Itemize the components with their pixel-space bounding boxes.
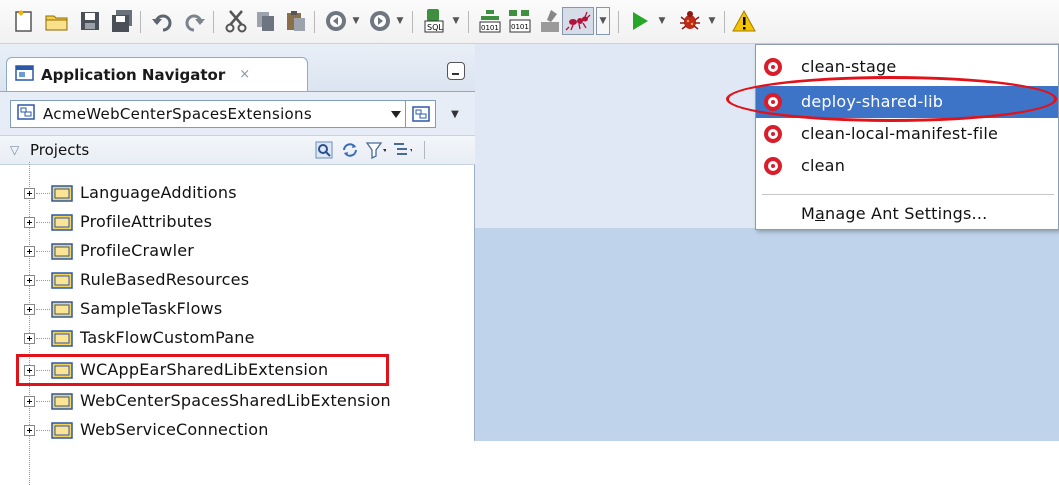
ant-icon[interactable] xyxy=(562,7,594,35)
clean-icon[interactable] xyxy=(536,7,564,35)
menu-item-label: Manage Ant Settings... xyxy=(801,204,988,223)
minimize-button[interactable] xyxy=(447,62,465,80)
tree-item[interactable]: SampleTaskFlows xyxy=(0,295,470,323)
main-toolbar: ▼ ▼ SQL ▼ 0101 0101 ▼ ▼ ▼ xyxy=(0,0,1059,44)
tree-item[interactable]: ProfileAttributes xyxy=(0,208,470,236)
project-label: SampleTaskFlows xyxy=(80,299,223,318)
redo-icon[interactable] xyxy=(181,7,209,35)
navigator-icon xyxy=(15,64,35,86)
project-folder-icon xyxy=(51,392,73,414)
project-folder-icon xyxy=(51,421,73,443)
tree-item[interactable]: ProfileCrawler xyxy=(0,237,470,265)
expand-icon[interactable] xyxy=(24,396,35,407)
svg-text:0101: 0101 xyxy=(511,23,529,31)
expand-icon[interactable] xyxy=(24,275,35,286)
project-folder-icon xyxy=(51,242,73,264)
filter-icon[interactable] xyxy=(366,140,386,160)
project-label: WebServiceConnection xyxy=(80,420,269,439)
back-icon[interactable] xyxy=(322,7,350,35)
close-icon[interactable]: × xyxy=(239,67,250,82)
run-icon[interactable] xyxy=(626,7,654,35)
application-selector-row: AcmeWebCenterSpacesExtensions ▼ xyxy=(0,91,475,135)
cut-icon[interactable] xyxy=(222,7,250,35)
ant-target-icon xyxy=(764,93,782,111)
project-label: ProfileAttributes xyxy=(80,212,213,231)
expand-icon[interactable] xyxy=(24,304,35,315)
project-label: LanguageAdditions xyxy=(80,183,237,202)
ant-target-icon xyxy=(764,58,782,76)
project-label: WebCenterSpacesSharedLibExtension xyxy=(80,391,391,410)
collapse-icon[interactable]: ▽ xyxy=(10,143,19,157)
search-icon[interactable] xyxy=(314,140,334,160)
svg-text:0101: 0101 xyxy=(481,24,499,32)
application-name: AcmeWebCenterSpacesExtensions xyxy=(43,105,312,123)
ant-targets-menu: clean-stage deploy-shared-lib clean-loca… xyxy=(755,44,1059,230)
paste-icon[interactable] xyxy=(282,7,310,35)
expand-icon[interactable] xyxy=(24,425,35,436)
forward-icon[interactable] xyxy=(366,7,394,35)
application-options-arrow-icon[interactable]: ▼ xyxy=(442,100,468,128)
project-folder-icon xyxy=(51,329,73,351)
editor-area xyxy=(475,228,1059,441)
menu-item-label: deploy-shared-lib xyxy=(801,92,944,111)
menu-item-label: clean xyxy=(801,156,846,175)
menu-item-deploy-shared-lib[interactable]: deploy-shared-lib xyxy=(756,86,1058,118)
tree-item[interactable]: WCAppEarSharedLibExtension xyxy=(0,356,470,384)
debug-icon[interactable] xyxy=(676,7,704,35)
projects-label: Projects xyxy=(30,141,90,159)
project-folder-icon xyxy=(51,184,73,206)
make-icon[interactable]: 0101 xyxy=(476,7,504,35)
navigator-header: Application Navigator × xyxy=(0,44,475,91)
svg-text:SQL: SQL xyxy=(427,23,443,32)
navigator-title: Application Navigator xyxy=(41,65,226,84)
project-label: ProfileCrawler xyxy=(80,241,195,260)
tree-view-options-icon[interactable] xyxy=(392,140,412,160)
tree-item[interactable]: WebCenterSpacesSharedLibExtension xyxy=(0,387,470,415)
expand-icon[interactable] xyxy=(24,188,35,199)
save-icon[interactable] xyxy=(76,7,104,35)
application-icon xyxy=(17,104,35,124)
chevron-down-icon[interactable] xyxy=(391,111,401,118)
sql-worksheet-icon[interactable]: SQL xyxy=(420,7,448,35)
warning-icon[interactable] xyxy=(730,7,758,35)
project-label: WCAppEarSharedLibExtension xyxy=(80,360,329,379)
project-folder-icon xyxy=(51,213,73,235)
application-menu-icon[interactable] xyxy=(405,101,435,127)
projects-section-header[interactable]: ▽ Projects xyxy=(0,135,475,165)
expand-icon[interactable] xyxy=(24,246,35,257)
rebuild-icon[interactable]: 0101 xyxy=(506,7,534,35)
undo-icon[interactable] xyxy=(148,7,176,35)
tree-item[interactable]: TaskFlowCustomPane xyxy=(0,324,470,352)
menu-item-label: clean-stage xyxy=(801,57,897,76)
menu-item-manage-ant-settings[interactable]: Manage Ant Settings... xyxy=(756,198,1058,230)
menu-item-clean[interactable]: clean xyxy=(756,150,1058,182)
menu-item-clean-stage[interactable]: clean-stage xyxy=(756,51,1058,83)
application-select[interactable]: AcmeWebCenterSpacesExtensions xyxy=(10,100,436,128)
copy-icon[interactable] xyxy=(252,7,280,35)
expand-icon[interactable] xyxy=(24,217,35,228)
project-folder-icon xyxy=(51,271,73,293)
menu-separator xyxy=(762,194,1054,195)
project-label: TaskFlowCustomPane xyxy=(80,328,255,347)
ant-target-icon xyxy=(764,125,782,143)
project-folder-icon xyxy=(51,361,73,383)
new-icon[interactable] xyxy=(10,7,38,35)
menu-item-label: clean-local-manifest-file xyxy=(801,124,999,143)
ant-target-icon xyxy=(764,157,782,175)
tree-item[interactable]: RuleBasedResources xyxy=(0,266,470,294)
project-folder-icon xyxy=(51,300,73,322)
expand-icon[interactable] xyxy=(24,365,35,376)
sync-icon[interactable] xyxy=(340,140,360,160)
tree-item[interactable]: WebServiceConnection xyxy=(0,416,470,444)
expand-icon[interactable] xyxy=(24,333,35,344)
project-label: RuleBasedResources xyxy=(80,270,250,289)
tree-item[interactable]: LanguageAdditions xyxy=(0,179,470,207)
menu-item-clean-local-manifest-file[interactable]: clean-local-manifest-file xyxy=(756,118,1058,150)
tab-application-navigator[interactable]: Application Navigator × xyxy=(6,57,308,91)
save-all-icon[interactable] xyxy=(108,7,136,35)
open-folder-icon[interactable] xyxy=(43,7,71,35)
